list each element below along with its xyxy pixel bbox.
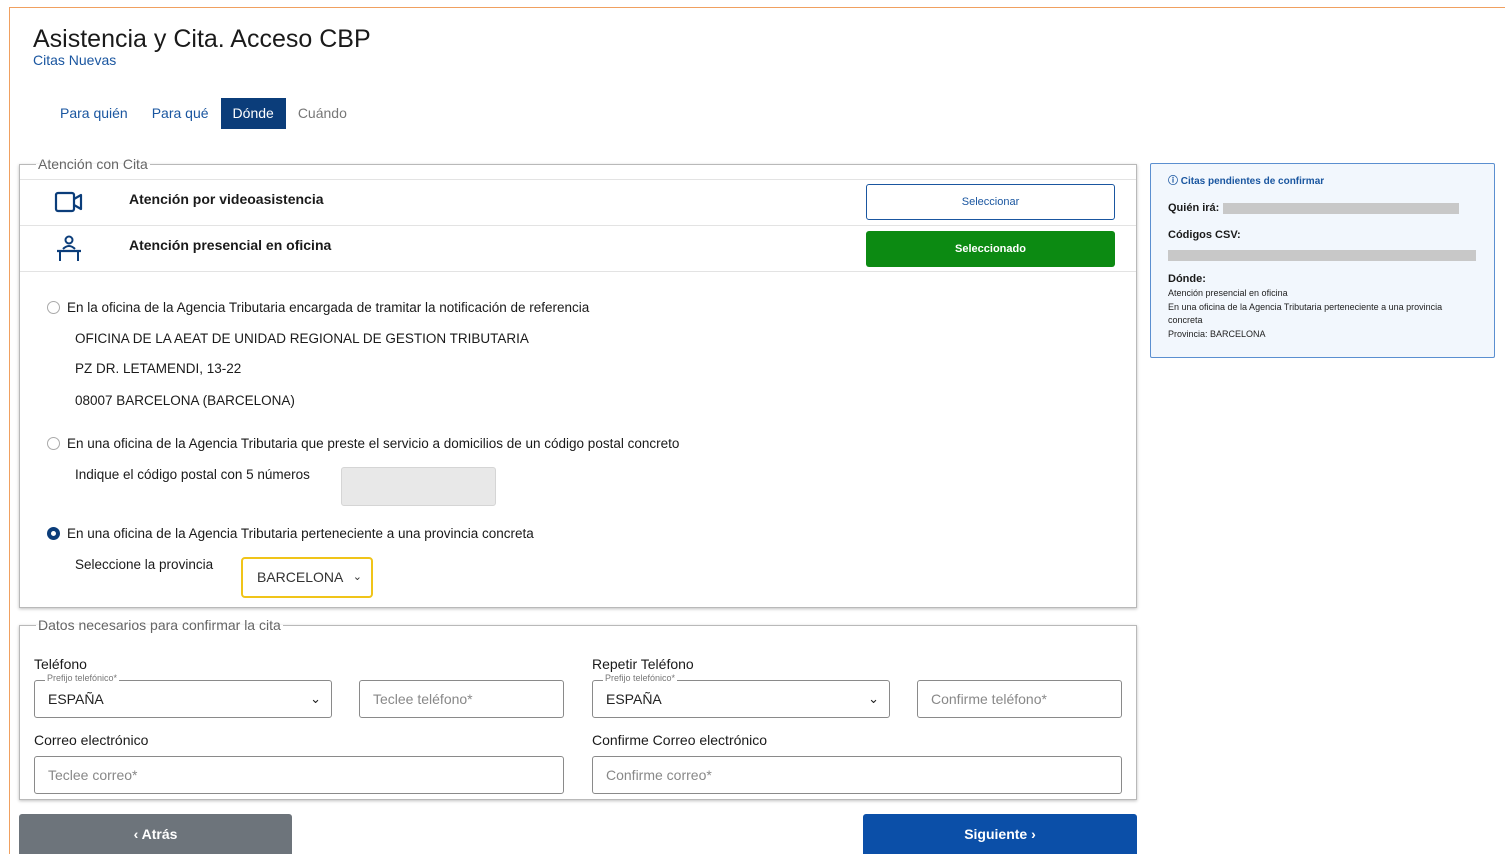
phone2-prefix-value: ESPAÑA (606, 691, 662, 707)
radio-postal-code[interactable] (47, 437, 60, 450)
attention-legend: Atención con Cita (38, 156, 148, 172)
person-desk-icon (54, 234, 84, 269)
phone-title: Teléfono (34, 656, 87, 672)
step-para-que[interactable]: Para qué (140, 98, 221, 129)
video-option-row: Atención por videoasistencia Seleccionar (20, 179, 1136, 225)
summary-who-redacted (1223, 202, 1460, 214)
option-referral-label: En la oficina de la Agencia Tributaria e… (67, 300, 590, 315)
chevron-down-icon: ⌄ (352, 571, 362, 583)
step-donde[interactable]: Dónde (220, 98, 286, 129)
step-cuando: Cuándo (297, 105, 347, 121)
summary-csv-label: Códigos CSV: (1168, 229, 1241, 241)
summary-who-label: Quién irá: (1168, 202, 1220, 214)
phone-prefix-label: Prefijo telefónico* (45, 673, 120, 683)
contact-fieldset: Datos necesarios para confirmar la cita … (19, 617, 1137, 800)
option-postal-label: En una oficina de la Agencia Tributaria … (67, 436, 680, 451)
option-province[interactable]: En una oficina de la Agencia Tributaria … (47, 526, 534, 541)
phone-input[interactable]: Teclee teléfono* (359, 680, 564, 718)
select-video-button[interactable]: Seleccionar (866, 184, 1115, 220)
video-camera-icon (54, 190, 84, 219)
video-option-label: Atención por videoasistencia (129, 191, 324, 207)
back-button-label: Atrás (141, 826, 178, 842)
email-title: Correo electrónico (34, 732, 149, 748)
summary-where-line3: Provincia: BARCELONA (1168, 328, 1266, 339)
page-subtitle: Citas Nuevas (33, 52, 117, 68)
selected-office-button[interactable]: Seleccionado (866, 231, 1115, 267)
phone-prefix-value: ESPAÑA (48, 691, 104, 707)
option-referral-office[interactable]: En la oficina de la Agencia Tributaria e… (47, 300, 589, 315)
next-button[interactable]: Siguiente › (863, 814, 1137, 854)
office-address-line1: OFICINA DE LA AEAT DE UNIDAD REGIONAL DE… (75, 331, 529, 346)
option-province-label: En una oficina de la Agencia Tributaria … (67, 526, 534, 541)
phone2-prefix-select[interactable]: ESPAÑA ⌄ (592, 680, 890, 718)
postal-code-prompt: Indique el código postal con 5 números (75, 467, 310, 482)
radio-referral-office[interactable] (47, 301, 60, 314)
chevron-down-icon: ⌄ (868, 691, 879, 706)
office-option-label: Atención presencial en oficina (129, 237, 332, 253)
summary-where-line1: Atención presencial en oficina (1168, 288, 1288, 298)
chevron-left-icon: ‹ (133, 826, 139, 842)
chevron-down-icon: ⌄ (310, 691, 321, 706)
option-postal-code[interactable]: En una oficina de la Agencia Tributaria … (47, 436, 679, 451)
province-select-value: BARCELONA (257, 569, 344, 585)
attention-fieldset: Atención con Cita Atención por videoasis… (19, 156, 1137, 608)
phone2-prefix-label: Prefijo telefónico* (603, 673, 678, 683)
phone-prefix-select[interactable]: ESPAÑA ⌄ (34, 680, 332, 718)
email-confirm-title: Confirme Correo electrónico (592, 732, 768, 748)
phone-confirm-input[interactable]: Confirme teléfono* (917, 680, 1122, 718)
back-button[interactable]: ‹ Atrás (19, 814, 292, 854)
next-button-label: Siguiente (964, 826, 1028, 842)
phone-confirm-title: Repetir Teléfono (592, 656, 694, 672)
email-confirm-input[interactable]: Confirme correo* (592, 756, 1122, 794)
summary-where-label: Dónde: (1168, 273, 1206, 285)
postal-code-input[interactable] (341, 467, 496, 506)
office-address-line2: PZ DR. LETAMENDI, 13-22 (75, 361, 242, 376)
steps-nav: Para quién Para qué Dónde Cuándo (48, 98, 359, 129)
step-para-quien[interactable]: Para quién (48, 98, 140, 129)
province-prompt: Seleccione la provincia (75, 557, 214, 572)
office-address-line3: 08007 BARCELONA (BARCELONA) (75, 393, 295, 408)
summary-header: ⓘ Citas pendientes de confirmar (1168, 172, 1477, 187)
summary-where-line2: En una oficina de la Agencia Tributaria … (1168, 301, 1443, 326)
summary-header-text: Citas pendientes de confirmar (1180, 176, 1325, 187)
summary-csv-redacted (1168, 250, 1476, 261)
contact-legend: Datos necesarios para confirmar la cita (38, 617, 281, 633)
info-icon: ⓘ (1168, 176, 1178, 187)
page-title: Asistencia y Cita. Acceso CBP (33, 24, 371, 53)
chevron-right-icon: › (1031, 826, 1036, 842)
radio-province[interactable] (47, 527, 60, 540)
email-input[interactable]: Teclee correo* (34, 756, 564, 794)
province-select[interactable]: BARCELONA ⌄ (241, 557, 373, 598)
pending-appointments-panel: ⓘ Citas pendientes de confirmar Quién ir… (1150, 163, 1495, 358)
office-option-row: Atención presencial en oficina Seleccion… (20, 225, 1136, 271)
